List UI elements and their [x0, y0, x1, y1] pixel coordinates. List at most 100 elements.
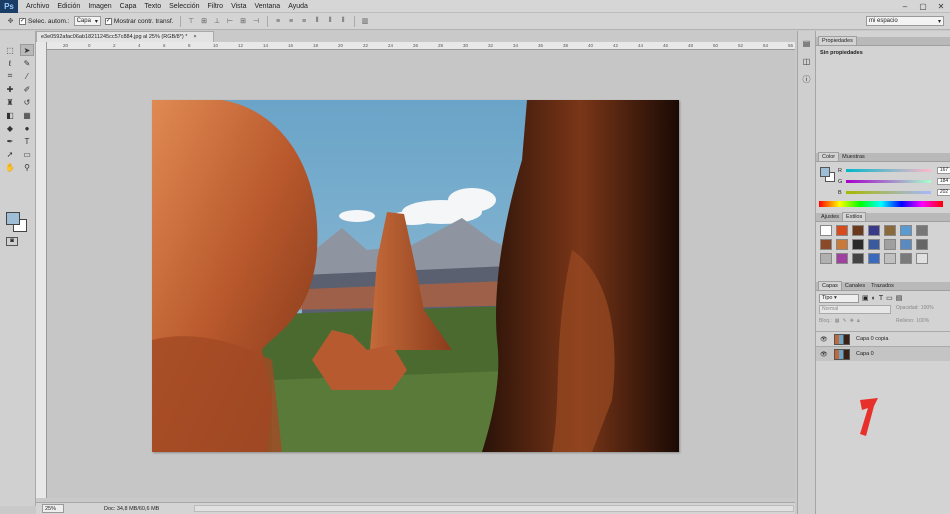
style-swatch[interactable]	[884, 225, 896, 236]
type-tool-icon[interactable]: T	[20, 135, 34, 147]
style-swatch[interactable]	[820, 225, 832, 236]
align-bottom-icon[interactable]: ⊥	[213, 17, 222, 26]
filter-type-icon[interactable]: T	[879, 295, 883, 302]
workspace-dropdown[interactable]: mi espacio ▾	[866, 16, 944, 26]
style-swatch[interactable]	[900, 225, 912, 236]
distribute-left-icon[interactable]: ⦀	[313, 17, 322, 26]
crop-tool-icon[interactable]: ⌗	[3, 70, 17, 82]
path-select-tool-icon[interactable]: ➚	[3, 148, 17, 160]
auto-select-checkbox[interactable]: ✓	[19, 17, 26, 25]
zoom-tool-icon[interactable]: ⚲	[20, 161, 34, 173]
healing-brush-icon[interactable]: ✚	[3, 83, 17, 95]
history-brush-icon[interactable]: ↺	[20, 96, 34, 108]
channel-b-value[interactable]: 202	[937, 189, 950, 196]
visibility-eye-icon[interactable]: 👁︎	[820, 336, 830, 343]
maximize-button[interactable]: ▢	[914, 0, 932, 12]
eraser-tool-icon[interactable]: ◧	[3, 109, 17, 121]
align-left-icon[interactable]: ⊢	[226, 17, 235, 26]
menu-capa[interactable]: Capa	[116, 3, 141, 10]
lasso-tool-icon[interactable]: ℓ	[3, 57, 17, 69]
style-swatch[interactable]	[916, 253, 928, 264]
stamp-tool-icon[interactable]: ♜	[3, 96, 17, 108]
tab-paths[interactable]: Trazados	[868, 282, 897, 290]
style-swatch[interactable]	[836, 225, 848, 236]
eyedropper-tool-icon[interactable]: ⁄	[20, 70, 34, 82]
style-swatch[interactable]	[820, 253, 832, 264]
show-transform-option[interactable]: ✓ Mostrar contr. transf.	[104, 17, 174, 25]
channel-b-slider[interactable]	[846, 191, 931, 194]
style-swatch[interactable]	[900, 239, 912, 250]
tab-adjustments[interactable]: Ajustes	[818, 213, 842, 221]
distribute-vcenter-icon[interactable]: ≡	[287, 17, 296, 26]
align-right-icon[interactable]: ⊣	[252, 17, 261, 26]
shape-tool-icon[interactable]: ▭	[20, 148, 34, 160]
document-photo[interactable]	[152, 100, 679, 452]
hand-tool-icon[interactable]: ✋	[3, 161, 17, 173]
pen-tool-icon[interactable]: ✒	[3, 135, 17, 147]
auto-align-icon[interactable]: ▥	[361, 17, 370, 26]
distribute-bottom-icon[interactable]: ≡	[300, 17, 309, 26]
align-top-icon[interactable]: ⊤	[187, 17, 196, 26]
color-spectrum-ramp[interactable]	[819, 201, 943, 207]
layer-row[interactable]: 👁︎ Capa 0	[816, 346, 950, 361]
style-swatch[interactable]	[884, 239, 896, 250]
close-tab-icon[interactable]: ×	[193, 34, 196, 40]
style-swatch[interactable]	[916, 225, 928, 236]
foreground-color-swatch[interactable]	[6, 212, 20, 225]
lock-position-icon[interactable]: ✥	[850, 318, 854, 324]
menu-ayuda[interactable]: Ayuda	[284, 3, 312, 10]
menu-ventana[interactable]: Ventana	[251, 3, 285, 10]
layer-row[interactable]: 👁︎ Capa 0 copia	[816, 331, 950, 346]
style-swatch[interactable]	[836, 239, 848, 250]
tab-swatches[interactable]: Muestras	[839, 153, 868, 161]
blend-mode-dropdown[interactable]: Normal	[819, 305, 891, 314]
lock-transparency-icon[interactable]: ▦	[835, 318, 840, 324]
canvas-area[interactable]	[47, 50, 795, 498]
filter-pixel-icon[interactable]: ▣	[862, 294, 869, 302]
opacity-value[interactable]: 100%	[921, 305, 934, 311]
layer-name[interactable]: Capa 0 copia	[856, 336, 888, 342]
distribute-hcenter-icon[interactable]: ⦀	[326, 17, 335, 26]
tab-layers[interactable]: Capas	[818, 281, 842, 290]
move-tool-icon[interactable]: ✥	[6, 17, 15, 26]
style-swatch[interactable]	[868, 225, 880, 236]
dodge-tool-icon[interactable]: ●	[20, 122, 34, 134]
show-transform-checkbox[interactable]: ✓	[104, 17, 112, 25]
properties-icon[interactable]: ◫	[800, 55, 813, 67]
menu-imagen[interactable]: Imagen	[84, 3, 115, 10]
auto-select-target-dropdown[interactable]: Capa ▾	[73, 16, 101, 26]
brush-tool-icon[interactable]: ✐	[20, 83, 34, 95]
color-channel-g[interactable]: G 184	[838, 177, 950, 186]
close-button[interactable]: ✕	[932, 0, 950, 12]
channel-r-value[interactable]: 167	[937, 167, 950, 174]
channel-r-slider[interactable]	[846, 169, 931, 172]
lock-pixels-icon[interactable]: ✎	[843, 318, 847, 324]
align-hcenter-icon[interactable]: ⊞	[239, 17, 248, 26]
history-icon[interactable]: ▤	[800, 37, 813, 49]
document-size-info[interactable]: Doc: 34,8 MB/60,6 MB	[104, 506, 159, 512]
info-icon[interactable]: ⓘ	[800, 73, 813, 85]
color-channel-r[interactable]: R 167	[838, 166, 950, 175]
layer-name[interactable]: Capa 0	[856, 351, 874, 357]
minimize-button[interactable]: –	[896, 0, 914, 12]
style-swatch[interactable]	[852, 239, 864, 250]
auto-select-option[interactable]: ✓ Selec. autom.:	[19, 17, 70, 25]
fill-value[interactable]: 100%	[916, 318, 929, 324]
channel-g-slider[interactable]	[846, 180, 931, 183]
distribute-top-icon[interactable]: ≡	[274, 17, 283, 26]
quick-select-tool-icon[interactable]: ✎	[20, 57, 34, 69]
visibility-eye-icon[interactable]: 👁︎	[820, 351, 830, 358]
menu-texto[interactable]: Texto	[140, 3, 165, 10]
zoom-level-field[interactable]: 25%	[42, 504, 64, 513]
opacity-control[interactable]: Opacidad: 100%	[896, 305, 934, 311]
style-swatch[interactable]	[836, 253, 848, 264]
tab-styles[interactable]: Estilos	[842, 212, 867, 221]
filter-adjustment-icon[interactable]: ◐	[872, 295, 876, 302]
quick-mask-icon[interactable]: ◙	[6, 237, 18, 246]
blur-tool-icon[interactable]: ◆	[3, 122, 17, 134]
tab-color[interactable]: Color	[818, 152, 840, 161]
lock-all-icon[interactable]: 🔒︎	[857, 318, 860, 324]
layer-kind-dropdown[interactable]: Tipo ▾	[819, 293, 859, 303]
foreground-color-swatch[interactable]	[820, 167, 830, 177]
channel-g-value[interactable]: 184	[937, 178, 950, 185]
